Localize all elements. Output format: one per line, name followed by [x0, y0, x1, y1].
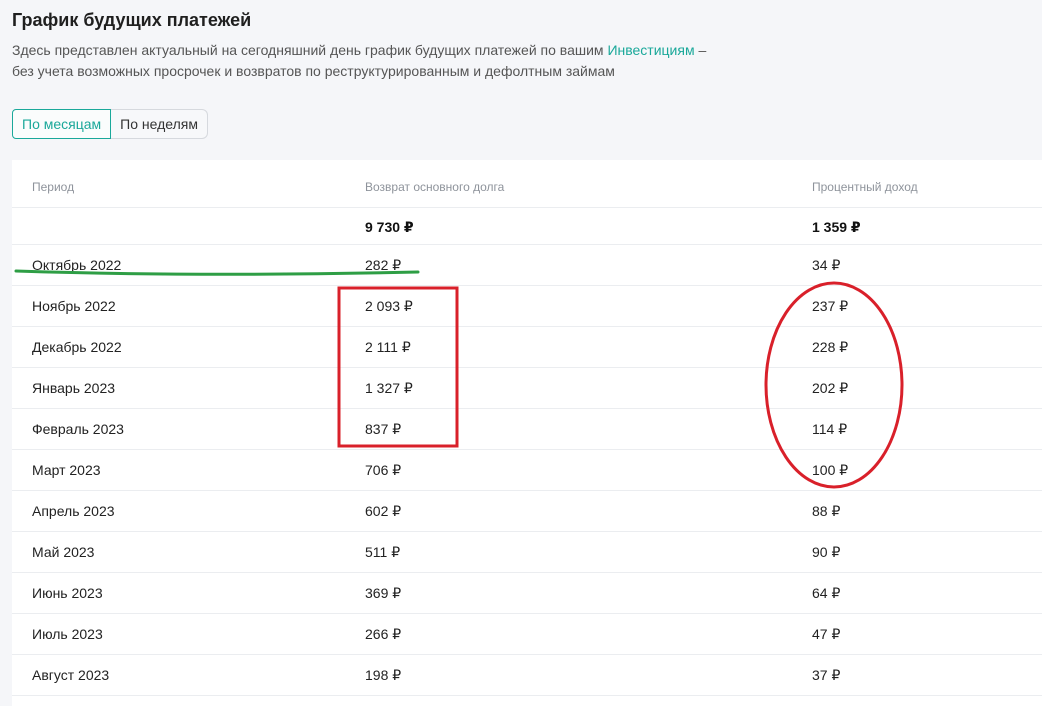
row-interest: 47 ₽: [812, 626, 841, 642]
row-period: Январь 2023: [32, 380, 116, 396]
header-period: Период: [32, 180, 75, 194]
row-interest: 237 ₽: [812, 298, 849, 314]
row-interest: 100 ₽: [812, 462, 849, 478]
row-principal: 706 ₽: [365, 462, 402, 478]
period-toggle: По месяцам По неделям: [12, 109, 208, 139]
row-period: Август 2023: [32, 667, 110, 683]
row-interest: 228 ₽: [812, 339, 849, 355]
row-principal: 511 ₽: [365, 544, 401, 560]
row-principal: 1 327 ₽: [365, 380, 413, 396]
row-period: Апрель 2023: [32, 503, 115, 519]
table-row: Март 2023 706 ₽ 100 ₽: [12, 450, 1042, 491]
row-period: Ноябрь 2022: [32, 298, 116, 314]
row-period: Март 2023: [32, 462, 101, 478]
table-row: Ноябрь 2022 2 093 ₽ 237 ₽: [12, 286, 1042, 327]
table-row: Июль 2023 266 ₽ 47 ₽: [12, 614, 1042, 655]
header-principal: Возврат основного долга: [365, 180, 505, 194]
row-principal: 602 ₽: [365, 503, 402, 519]
toggle-by-months[interactable]: По месяцам: [12, 109, 112, 139]
table-row: Июнь 2023 369 ₽ 64 ₽: [12, 573, 1042, 614]
page-description: Здесь представлен актуальный на сегодняш…: [12, 40, 706, 82]
header-interest: Процентный доход: [812, 180, 918, 194]
row-interest: 88 ₽: [812, 503, 841, 519]
row-period: Декабрь 2022: [32, 339, 122, 355]
description-dash: –: [694, 42, 707, 58]
row-interest: 64 ₽: [812, 585, 841, 601]
row-interest: 37 ₽: [812, 667, 841, 683]
row-principal: 2 111 ₽: [365, 339, 411, 355]
description-text: Здесь представлен актуальный на сегодняш…: [12, 42, 608, 58]
row-principal: 282 ₽: [365, 257, 402, 273]
row-principal: 266 ₽: [365, 626, 402, 642]
row-period: Июль 2023: [32, 626, 103, 642]
table-totals-row: 9 730 ₽ 1 359 ₽: [12, 208, 1042, 245]
description-text-line2: без учета возможных просрочек и возврато…: [12, 63, 615, 79]
toggle-by-weeks[interactable]: По неделям: [111, 109, 208, 139]
row-period: Февраль 2023: [32, 421, 124, 437]
row-interest: 202 ₽: [812, 380, 849, 396]
payment-schedule-table: Период Возврат основного долга Процентны…: [12, 160, 1042, 706]
row-interest: 114 ₽: [812, 421, 848, 437]
row-principal: 837 ₽: [365, 421, 402, 437]
table-row: Декабрь 2022 2 111 ₽ 228 ₽: [12, 327, 1042, 368]
row-interest: 34 ₽: [812, 257, 841, 273]
table-row: Август 2023 198 ₽ 37 ₽: [12, 655, 1042, 696]
total-interest: 1 359 ₽: [812, 219, 861, 235]
row-interest: 90 ₽: [812, 544, 841, 560]
row-period: Май 2023: [32, 544, 95, 560]
table-row: Февраль 2023 837 ₽ 114 ₽: [12, 409, 1042, 450]
table-row: Апрель 2023 602 ₽ 88 ₽: [12, 491, 1042, 532]
table-row: Май 2023 511 ₽ 90 ₽: [12, 532, 1042, 573]
row-principal: 2 093 ₽: [365, 298, 413, 314]
table-header-row: Период Возврат основного долга Процентны…: [12, 160, 1042, 208]
table-row: Январь 2023 1 327 ₽ 202 ₽: [12, 368, 1042, 409]
row-period: Октябрь 2022: [32, 257, 122, 273]
total-principal: 9 730 ₽: [365, 219, 414, 235]
page-title: График будущих платежей: [12, 10, 252, 30]
table-row: Октябрь 2022 282 ₽ 34 ₽: [12, 245, 1042, 286]
row-principal: 369 ₽: [365, 585, 402, 601]
row-period: Июнь 2023: [32, 585, 103, 601]
row-principal: 198 ₽: [365, 667, 402, 683]
investments-link[interactable]: Инвестициям: [607, 42, 694, 58]
